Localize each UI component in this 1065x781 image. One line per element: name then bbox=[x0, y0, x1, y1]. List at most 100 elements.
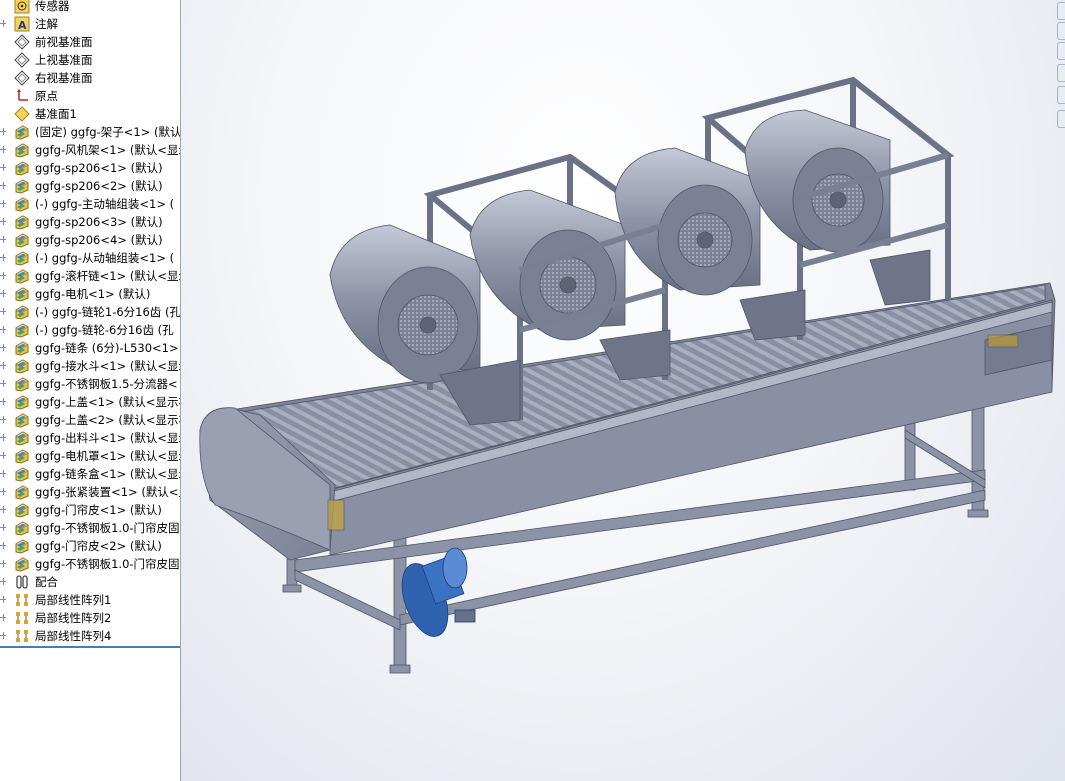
part-icon bbox=[14, 232, 30, 248]
tree-item-label: 传感器 bbox=[35, 0, 70, 13]
expand-icon[interactable] bbox=[0, 163, 9, 172]
expand-icon[interactable] bbox=[0, 307, 9, 316]
tree-item-label: (-) ggfg-从动轴组装<1> ( bbox=[35, 251, 175, 265]
expand-icon[interactable] bbox=[0, 559, 9, 568]
tree-item[interactable]: A 注解 bbox=[0, 15, 180, 33]
view-tool-button[interactable] bbox=[1057, 110, 1065, 128]
expand-icon[interactable] bbox=[0, 19, 9, 28]
expand-icon[interactable] bbox=[0, 181, 9, 190]
tree-item[interactable]: ggfg-上盖<1> (默认<显示状 bbox=[0, 393, 180, 411]
tree-item[interactable]: 上视基准面 bbox=[0, 51, 180, 69]
plane-icon bbox=[14, 70, 30, 86]
tree-item[interactable]: 前视基准面 bbox=[0, 33, 180, 51]
tree-item-label: 原点 bbox=[35, 89, 58, 103]
annotation-icon: A bbox=[14, 16, 30, 32]
tree-item-label: 上视基准面 bbox=[35, 53, 93, 67]
expand-icon[interactable] bbox=[0, 523, 9, 532]
expand-icon[interactable] bbox=[0, 505, 9, 514]
tree-item[interactable]: (-) ggfg-从动轴组装<1> ( bbox=[0, 249, 180, 267]
linear-pattern-icon bbox=[14, 628, 30, 644]
view-tool-button[interactable] bbox=[1057, 42, 1065, 60]
tree-item[interactable]: ggfg-sp206<2> (默认) bbox=[0, 177, 180, 195]
tree-item[interactable]: ggfg-链条盒<1> (默认<显示 bbox=[0, 465, 180, 483]
tree-item[interactable]: ggfg-风机架<1> (默认<显示 bbox=[0, 141, 180, 159]
tree-item[interactable]: ggfg-sp206<1> (默认) bbox=[0, 159, 180, 177]
tree-item[interactable]: (-) ggfg-链轮1-6分16齿 (孔 bbox=[0, 303, 180, 321]
tree-item[interactable]: ggfg-接水斗<1> (默认<显示 bbox=[0, 357, 180, 375]
part-icon bbox=[14, 394, 30, 410]
expand-icon[interactable] bbox=[0, 361, 9, 370]
tree-item-label: 前视基准面 bbox=[35, 35, 93, 49]
tree-item[interactable]: ggfg-不锈钢板1.0-门帘皮固 bbox=[0, 555, 180, 573]
expand-icon[interactable] bbox=[0, 451, 9, 460]
tree-divider bbox=[0, 646, 180, 648]
part-icon bbox=[14, 322, 30, 338]
tree-item[interactable]: ggfg-电机罩<1> (默认<显示 bbox=[0, 447, 180, 465]
tree-item[interactable]: (固定) ggfg-架子<1> (默认 bbox=[0, 123, 180, 141]
tree-item[interactable]: 局部线性阵列4 bbox=[0, 627, 180, 645]
tree-item-label: ggfg-风机架<1> (默认<显示 bbox=[35, 143, 181, 157]
expand-icon[interactable] bbox=[0, 271, 9, 280]
tree-item[interactable]: 局部线性阵列2 bbox=[0, 609, 180, 627]
graphics-area[interactable] bbox=[181, 0, 1065, 781]
expand-icon[interactable] bbox=[0, 217, 9, 226]
expand-icon[interactable] bbox=[0, 613, 9, 622]
tree-item[interactable]: ggfg-链条 (6分)-L530<1> ( bbox=[0, 339, 180, 357]
expand-icon[interactable] bbox=[0, 145, 9, 154]
tree-item[interactable]: 配合 bbox=[0, 573, 180, 591]
sensor-icon bbox=[14, 0, 30, 14]
expand-icon[interactable] bbox=[0, 631, 9, 640]
expand-icon[interactable] bbox=[0, 127, 9, 136]
tree-item[interactable]: 局部线性阵列1 bbox=[0, 591, 180, 609]
expand-icon[interactable] bbox=[0, 595, 9, 604]
air-dryer-conveyor-model bbox=[199, 76, 1056, 674]
expand-icon[interactable] bbox=[0, 487, 9, 496]
expand-icon[interactable] bbox=[0, 415, 9, 424]
tree-item[interactable]: (-) ggfg-主动轴组装<1> ( bbox=[0, 195, 180, 213]
tree-item[interactable]: 右视基准面 bbox=[0, 69, 180, 87]
expand-icon[interactable] bbox=[0, 541, 9, 550]
tree-item[interactable]: ggfg-sp206<4> (默认) bbox=[0, 231, 180, 249]
part-icon bbox=[14, 448, 30, 464]
tree-item-label: ggfg-链条盒<1> (默认<显示 bbox=[35, 467, 181, 481]
view-tool-button[interactable] bbox=[1057, 86, 1065, 104]
tree-item[interactable]: ggfg-张紧装置<1> (默认<显 bbox=[0, 483, 180, 501]
tree-item[interactable]: ggfg-门帘皮<1> (默认) bbox=[0, 501, 180, 519]
tree-item[interactable]: (-) ggfg-链轮-6分16齿 (孔 bbox=[0, 321, 180, 339]
part-icon bbox=[14, 376, 30, 392]
expand-icon[interactable] bbox=[0, 433, 9, 442]
expand-icon[interactable] bbox=[0, 397, 9, 406]
part-icon bbox=[14, 484, 30, 500]
expand-icon[interactable] bbox=[0, 577, 9, 586]
feature-manager-tree[interactable]: 传感器 A 注解前视基准面上视基准面右视基准面原点基准面1 (固定) ggfg-架子<… bbox=[0, 0, 181, 781]
tree-item[interactable]: ggfg-上盖<2> (默认<显示状 bbox=[0, 411, 180, 429]
part-icon bbox=[14, 142, 30, 158]
tree-item[interactable]: ggfg-电机<1> (默认) bbox=[0, 285, 180, 303]
tree-item[interactable]: ggfg-出料斗<1> (默认<显示 bbox=[0, 429, 180, 447]
part-icon bbox=[14, 178, 30, 194]
reference-plane-icon bbox=[14, 106, 30, 122]
expand-icon[interactable] bbox=[0, 253, 9, 262]
tree-item[interactable]: ggfg-不锈钢板1.5-分流器< bbox=[0, 375, 180, 393]
tree-item[interactable]: ggfg-门帘皮<2> (默认) bbox=[0, 537, 180, 555]
tree-item[interactable]: ggfg-sp206<3> (默认) bbox=[0, 213, 180, 231]
tree-item[interactable]: 原点 bbox=[0, 87, 180, 105]
tree-item[interactable]: ggfg-滚杆链<1> (默认<显示 bbox=[0, 267, 180, 285]
expand-icon[interactable] bbox=[0, 289, 9, 298]
expand-icon[interactable] bbox=[0, 235, 9, 244]
tree-item-label: ggfg-电机<1> (默认) bbox=[35, 287, 151, 301]
tree-item[interactable]: 传感器 bbox=[0, 0, 180, 15]
tree-item[interactable]: 基准面1 bbox=[0, 105, 180, 123]
svg-text:A: A bbox=[18, 19, 27, 32]
expand-icon[interactable] bbox=[0, 469, 9, 478]
view-tool-button[interactable] bbox=[1057, 64, 1065, 82]
expand-icon[interactable] bbox=[0, 199, 9, 208]
expand-icon[interactable] bbox=[0, 379, 9, 388]
view-tool-button[interactable] bbox=[1057, 2, 1065, 20]
expand-icon[interactable] bbox=[0, 343, 9, 352]
expand-icon[interactable] bbox=[0, 325, 9, 334]
tree-item[interactable]: ggfg-不锈钢板1.0-门帘皮固 bbox=[0, 519, 180, 537]
tree-item-label: ggfg-sp206<4> (默认) bbox=[35, 233, 163, 247]
view-tool-button[interactable] bbox=[1057, 22, 1065, 40]
tree-item-label: ggfg-不锈钢板1.0-门帘皮固 bbox=[35, 521, 180, 535]
